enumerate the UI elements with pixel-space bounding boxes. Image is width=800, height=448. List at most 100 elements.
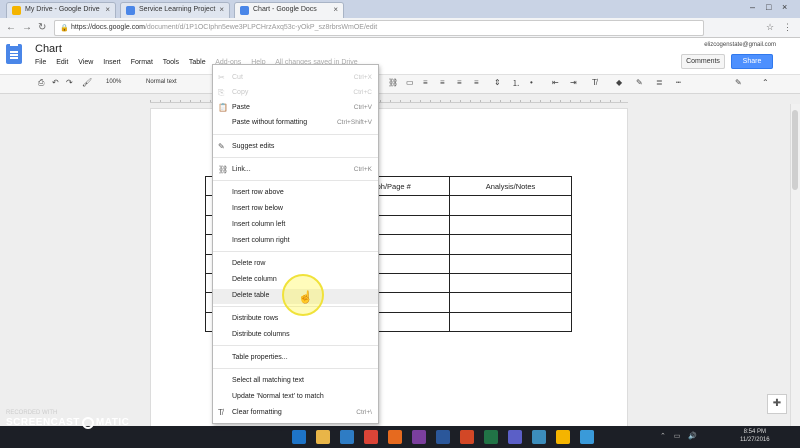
document-title[interactable]: Chart: [35, 43, 62, 55]
table-cell[interactable]: [449, 272, 572, 294]
word-icon[interactable]: [436, 430, 450, 444]
align-left-icon[interactable]: ≡: [423, 78, 428, 87]
menu-item-distribute-columns[interactable]: Distribute columns: [213, 328, 378, 343]
menu-item-insert-row-above[interactable]: Insert row above: [213, 186, 378, 201]
watermark-right-text: MATIC: [95, 417, 130, 429]
chrome-menu-icon[interactable]: ⋮: [783, 22, 792, 33]
scrollbar-thumb[interactable]: [792, 110, 798, 190]
menu-insert[interactable]: Insert: [103, 59, 121, 66]
store-icon[interactable]: [340, 430, 354, 444]
forward-icon[interactable]: →: [22, 22, 32, 33]
increase-indent-icon[interactable]: ⇥: [570, 78, 577, 87]
menu-tools[interactable]: Tools: [163, 59, 179, 66]
table-cell[interactable]: Analysis/Notes: [449, 175, 572, 197]
border-dash-icon[interactable]: ┅: [676, 78, 681, 87]
menu-table[interactable]: Table: [189, 59, 206, 66]
align-center-icon[interactable]: ≡: [440, 78, 445, 87]
align-justify-icon[interactable]: ≡: [474, 78, 479, 87]
print-icon[interactable]: ⎙: [38, 78, 44, 88]
menu-item-clear-formatting[interactable]: T̸ Clear formatting Ctrl+\: [213, 406, 378, 421]
paint-format-icon[interactable]: 🖌: [82, 78, 92, 87]
docs-home-icon[interactable]: [6, 44, 22, 64]
align-right-icon[interactable]: ≡: [457, 78, 462, 87]
editing-mode-icon[interactable]: ✎: [735, 78, 742, 87]
numbered-list-icon[interactable]: ⒈: [512, 78, 520, 89]
share-button[interactable]: Share: [731, 54, 773, 69]
menu-item-paste-without-formatting[interactable]: Paste without formatting Ctrl+Shift+V: [213, 116, 378, 131]
firefox-icon[interactable]: [388, 430, 402, 444]
menu-item-cut[interactable]: ✂ Cut Ctrl+X: [213, 71, 378, 86]
close-icon[interactable]: ×: [105, 5, 110, 14]
file-explorer-icon[interactable]: [316, 430, 330, 444]
camera-icon[interactable]: [532, 430, 546, 444]
border-color-icon[interactable]: ✎: [636, 78, 643, 87]
bulleted-list-icon[interactable]: •: [530, 78, 533, 87]
menu-edit[interactable]: Edit: [56, 59, 68, 66]
reload-icon[interactable]: ↻: [38, 22, 46, 33]
table-cell[interactable]: [449, 311, 572, 333]
tab-label: Service Learning Project: [139, 6, 216, 13]
tab-service-learning[interactable]: Service Learning Project ×: [120, 2, 230, 18]
comment-icon[interactable]: ▭: [406, 78, 414, 87]
menu-item-table-properties[interactable]: Table properties...: [213, 351, 378, 366]
star-icon[interactable]: ☆: [766, 22, 774, 33]
menu-format[interactable]: Format: [131, 59, 153, 66]
menu-item-insert-column-left[interactable]: Insert column left: [213, 218, 378, 233]
menu-item-delete-row[interactable]: Delete row: [213, 257, 378, 272]
menu-item-link[interactable]: ⛓ Link... Ctrl+K: [213, 163, 378, 178]
menu-item-label: Update 'Normal text' to match: [232, 393, 324, 400]
menu-item-paste[interactable]: 📋 Paste Ctrl+V: [213, 101, 378, 116]
menu-item-insert-column-right[interactable]: Insert column right: [213, 234, 378, 249]
chrome-2-icon[interactable]: [556, 430, 570, 444]
menu-item-update-normal-text-to-match[interactable]: Update 'Normal text' to match: [213, 390, 378, 405]
close-icon[interactable]: ×: [333, 5, 338, 14]
table-cell[interactable]: [449, 195, 572, 216]
chrome-icon[interactable]: [364, 430, 378, 444]
maximize-icon[interactable]: □: [766, 2, 771, 12]
back-icon[interactable]: ←: [6, 22, 16, 33]
table-cell[interactable]: [449, 234, 572, 255]
line-spacing-icon[interactable]: ⇕: [494, 78, 501, 87]
table-cell[interactable]: [449, 253, 572, 274]
start-icon[interactable]: [6, 430, 20, 444]
menu-file[interactable]: File: [35, 59, 46, 66]
menu-item-copy[interactable]: ⎘ Copy Ctrl+C: [213, 86, 378, 101]
menu-item-suggest-edits[interactable]: ✎ Suggest edits: [213, 140, 378, 155]
decrease-indent-icon[interactable]: ⇤: [552, 78, 559, 87]
clock[interactable]: 8:54 PM 11/27/2016: [740, 428, 770, 444]
search-icon[interactable]: [236, 430, 250, 444]
clear-formatting-icon[interactable]: T̸: [592, 78, 597, 87]
menu-item-select-all-matching-text[interactable]: Select all matching text: [213, 374, 378, 389]
undo-icon[interactable]: ↶: [52, 78, 59, 87]
screencast-icon[interactable]: [580, 430, 594, 444]
close-icon[interactable]: ×: [219, 5, 224, 14]
url-input[interactable]: 🔒 https://docs.google.com/document/d/1P1…: [54, 20, 704, 36]
tab-my-drive[interactable]: My Drive - Google Drive ×: [6, 2, 116, 18]
tab-chart[interactable]: Chart - Google Docs ×: [234, 2, 344, 18]
menu-item-icon: ✂: [218, 73, 225, 82]
zoom-select[interactable]: 100%: [106, 79, 121, 85]
fill-color-icon[interactable]: ◆: [616, 78, 622, 87]
excel-icon[interactable]: [484, 430, 498, 444]
onenote-icon[interactable]: [412, 430, 426, 444]
comments-button[interactable]: Comments: [681, 54, 725, 69]
system-tray-icons[interactable]: ⌃ ▭ 🔊: [660, 432, 700, 440]
table-cell[interactable]: [449, 292, 572, 313]
collapse-icon[interactable]: ⌃: [762, 78, 769, 87]
task-view-icon[interactable]: [268, 430, 282, 444]
close-window-icon[interactable]: ×: [782, 2, 787, 12]
menu-item-icon: T̸: [218, 408, 223, 417]
explore-icon[interactable]: ✚: [767, 394, 787, 414]
account-email[interactable]: elizcogenstate@gmail.com: [704, 42, 776, 48]
redo-icon[interactable]: ↷: [66, 78, 73, 87]
edge-icon[interactable]: [292, 430, 306, 444]
minimize-icon[interactable]: –: [750, 2, 755, 12]
style-select[interactable]: Normal text: [146, 79, 177, 85]
powerpoint-icon[interactable]: [460, 430, 474, 444]
menu-view[interactable]: View: [78, 59, 93, 66]
app-icon[interactable]: [508, 430, 522, 444]
border-width-icon[interactable]: ≣: [656, 78, 663, 87]
link-icon[interactable]: ⛓: [388, 78, 398, 87]
table-cell[interactable]: [449, 214, 572, 236]
menu-item-insert-row-below[interactable]: Insert row below: [213, 202, 378, 217]
